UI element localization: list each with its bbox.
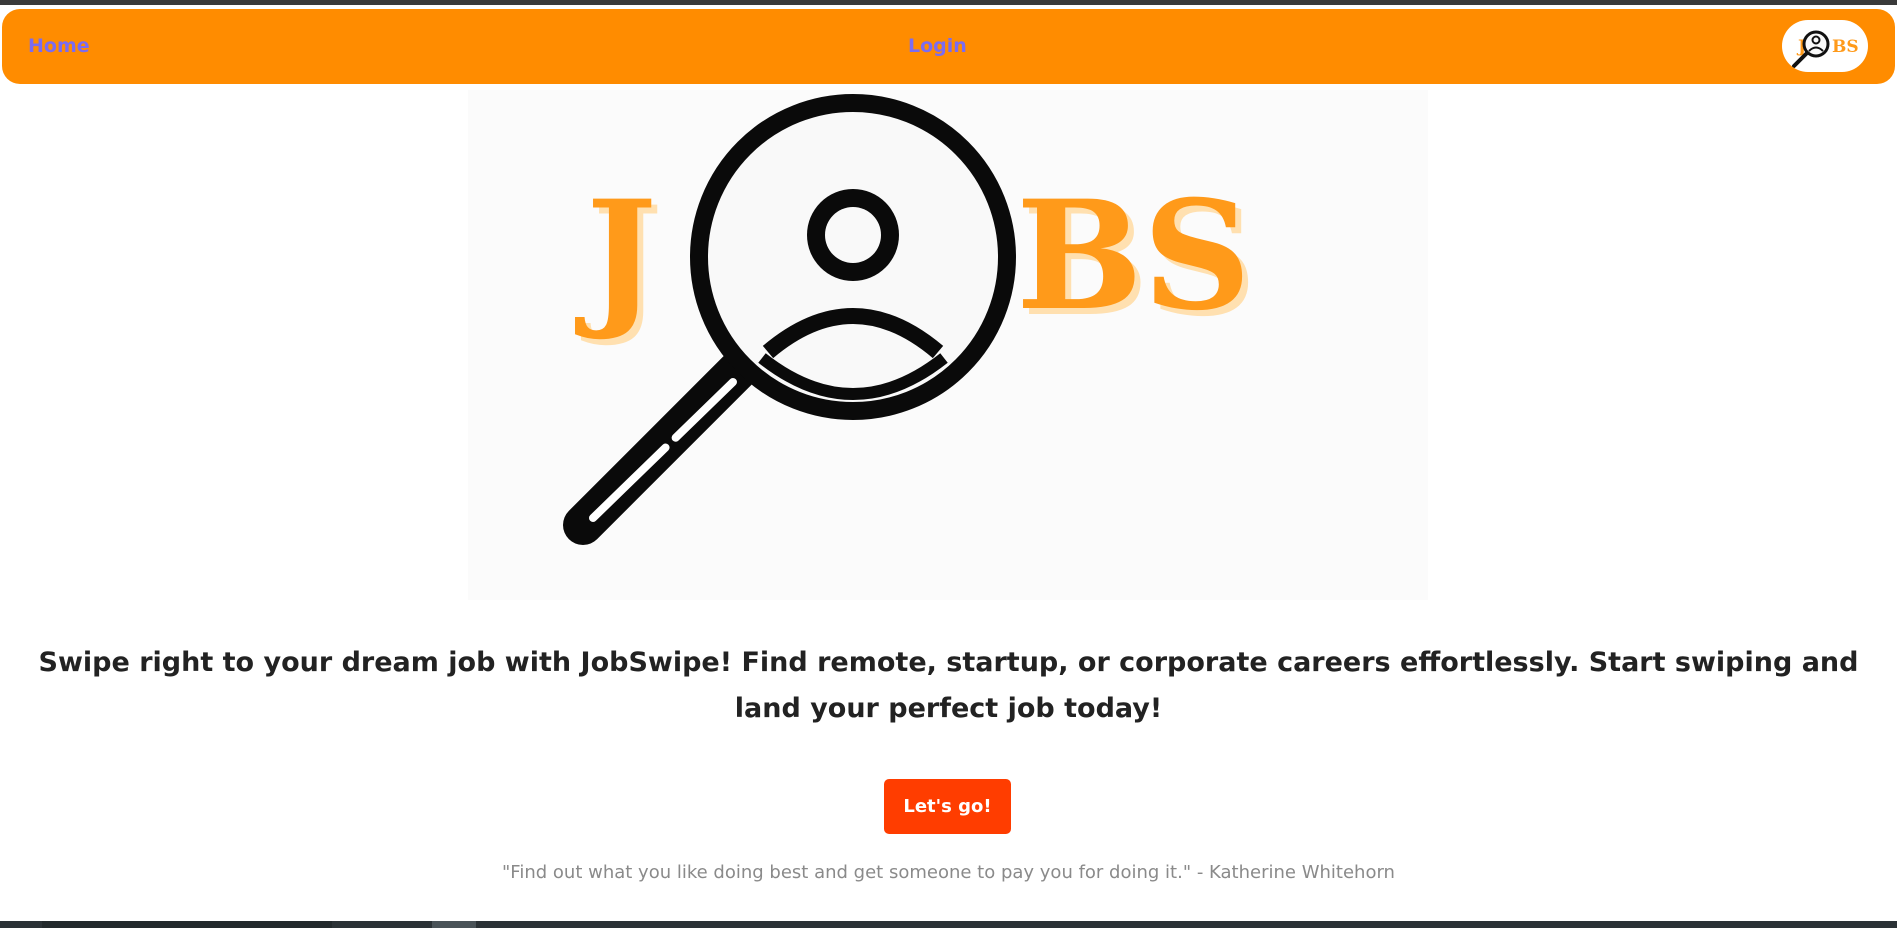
window-top-edge xyxy=(0,0,1897,5)
nav-home-link[interactable]: Home xyxy=(28,35,90,57)
magnifier-lens xyxy=(690,94,1016,420)
logo-letter-j: J J xyxy=(575,168,663,350)
hero-logo-image: J J BS BS xyxy=(468,90,1428,600)
nav-login-link[interactable]: Login xyxy=(908,35,967,57)
taskbar-edge xyxy=(0,921,1897,928)
taskbar-segment xyxy=(42,921,332,928)
logo-letters-bs: BS BS xyxy=(1016,168,1257,350)
svg-text:J: J xyxy=(575,168,657,344)
svg-text:BS: BS xyxy=(1016,168,1251,344)
hero-tagline: Swipe right to your dream job with JobSw… xyxy=(38,647,1859,724)
magnifier-handle xyxy=(563,340,768,545)
lets-go-button[interactable]: Let's go! xyxy=(884,779,1011,834)
magnifier-person-icon: J J BS BS xyxy=(563,94,1257,545)
navbar: Home Login J BS xyxy=(2,9,1895,84)
nav-logo-icon: J BS xyxy=(1792,30,1859,68)
nav-logo[interactable]: J BS xyxy=(1782,20,1868,72)
svg-text:BS: BS xyxy=(1832,37,1859,57)
taskbar-segment xyxy=(432,921,476,928)
hero-quote: "Find out what you like doing best and g… xyxy=(502,862,1395,883)
